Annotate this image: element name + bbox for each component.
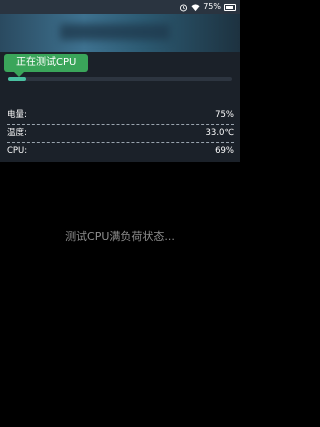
cpu-value: 69%	[215, 146, 234, 156]
battery-label: 电量:	[7, 110, 27, 120]
temperature-label: 温度:	[7, 128, 27, 138]
status-message: 测试CPU满负荷状态...	[65, 230, 175, 243]
stat-row-temperature: 温度: 33.0℃	[7, 124, 234, 143]
temperature-value: 33.0℃	[205, 128, 234, 138]
test-progress-bar	[8, 77, 232, 81]
testing-tag: 正在测试CPU	[4, 54, 89, 72]
banner-graphic	[60, 24, 170, 40]
header-banner	[0, 14, 240, 52]
alarm-icon	[180, 3, 188, 11]
battery-value: 75%	[215, 110, 234, 120]
status-icons: 75%	[176, 0, 236, 14]
battery-percent: 75%	[203, 2, 221, 11]
battery-fill	[226, 5, 233, 9]
stat-row-battery: 电量: 75%	[7, 106, 234, 125]
battery-icon	[224, 3, 236, 11]
test-panel: 正在测试CPU 电量: 75% 温度: 33.0℃ CPU: 69%	[0, 52, 240, 162]
wifi-icon	[191, 3, 200, 11]
status-bar: 75%	[0, 0, 240, 14]
test-progress-fill	[8, 77, 26, 81]
stat-row-cpu: CPU: 69%	[7, 142, 234, 160]
cpu-label: CPU:	[7, 146, 28, 156]
